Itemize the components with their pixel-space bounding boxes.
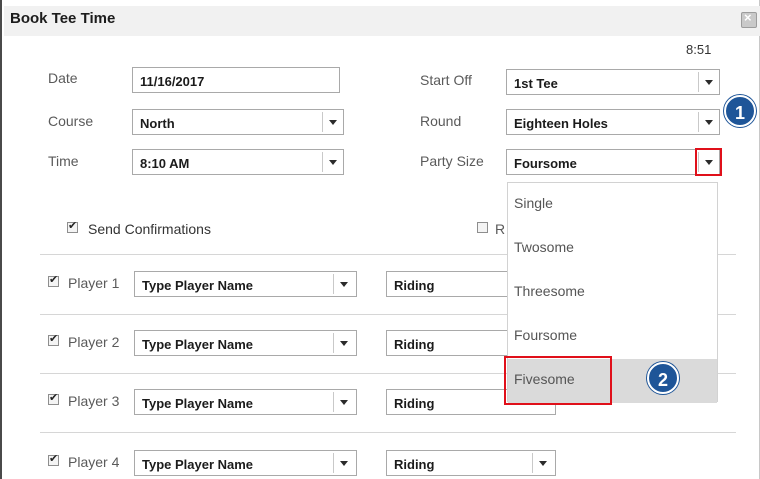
date-field[interactable]: 11/16/2017 [132, 67, 340, 93]
player-2-label: Player 2 [68, 334, 120, 350]
party-size-option-foursome[interactable]: Foursome [508, 315, 717, 359]
player-1-name-placeholder: Type Player Name [142, 278, 254, 293]
party-size-option-threesome[interactable]: Threesome [508, 271, 717, 315]
time-select[interactable]: 8:10 AM [132, 149, 344, 175]
date-value: 11/16/2017 [140, 74, 205, 89]
send-confirmations-checkbox[interactable]: ✔ [67, 220, 78, 233]
send-confirmations-label: Send Confirmations [88, 221, 211, 237]
book-tee-time-dialog: Book Tee Time × 8:51 Date 11/16/2017 Cou… [0, 0, 760, 479]
round-select[interactable]: Eighteen Holes [506, 109, 720, 135]
chevron-down-icon [698, 72, 719, 92]
check-icon: ✔ [49, 333, 59, 345]
party-size-label: Party Size [420, 153, 484, 169]
player-2-checkbox[interactable]: ✔ [48, 333, 59, 346]
chevron-down-icon [322, 112, 343, 132]
player-1-cart-value: Riding [394, 278, 435, 293]
start-off-label: Start Off [420, 72, 472, 88]
fivesome-highlight [504, 356, 612, 405]
player-4-checkbox[interactable]: ✔ [48, 453, 59, 466]
player-3-name-select[interactable]: Type Player Name [134, 389, 357, 415]
course-value: North [140, 116, 175, 131]
dialog-title: Book Tee Time [10, 10, 116, 27]
party-size-option-twosome[interactable]: Twosome [508, 227, 717, 271]
player-1-name-select[interactable]: Type Player Name [134, 271, 357, 297]
player-1-checkbox[interactable]: ✔ [48, 274, 59, 287]
close-button[interactable]: × [741, 10, 757, 28]
callout-badge-1: 1 [724, 95, 756, 127]
dialog-titlebar: Book Tee Time [4, 6, 760, 36]
player-4-name-select[interactable]: Type Player Name [134, 450, 357, 476]
chevron-down-icon [333, 392, 354, 412]
chevron-down-icon [333, 453, 354, 473]
chevron-down-icon [333, 333, 354, 353]
date-label: Date [48, 70, 78, 86]
right-option-label: R [495, 221, 506, 237]
course-select[interactable]: North [132, 109, 344, 135]
chevron-down-icon [333, 274, 354, 294]
player-3-label: Player 3 [68, 393, 120, 409]
check-icon: ✔ [49, 274, 59, 286]
check-icon: ✔ [49, 453, 59, 465]
chevron-down-icon [532, 453, 553, 473]
option-label: Twosome [514, 239, 574, 255]
player-2-cart-value: Riding [394, 337, 435, 352]
right-option-checkbox[interactable] [477, 222, 488, 233]
party-size-value: Foursome [514, 156, 577, 171]
player-4-name-placeholder: Type Player Name [142, 457, 254, 472]
player-3-checkbox[interactable]: ✔ [48, 392, 59, 405]
round-label: Round [420, 113, 462, 129]
time-label: Time [48, 153, 79, 169]
chevron-down-icon [698, 112, 719, 132]
player-4-cart-select[interactable]: Riding [386, 450, 556, 476]
divider [40, 432, 736, 433]
start-off-value: 1st Tee [514, 76, 558, 91]
party-size-option-single[interactable]: Single [508, 183, 717, 227]
player-4-label: Player 4 [68, 454, 120, 470]
player-1-label: Player 1 [68, 275, 120, 291]
party-size-arrow-highlight [695, 148, 722, 176]
check-icon: ✔ [68, 220, 78, 232]
chevron-down-icon [322, 152, 343, 172]
option-label: Foursome [514, 327, 578, 343]
callout-badge-2: 2 [647, 362, 679, 394]
check-icon: ✔ [49, 392, 59, 404]
player-2-name-placeholder: Type Player Name [142, 337, 254, 352]
party-size-select[interactable]: Foursome [506, 149, 720, 175]
player-2-name-select[interactable]: Type Player Name [134, 330, 357, 356]
player-3-name-placeholder: Type Player Name [142, 396, 254, 411]
player-4-cart-value: Riding [394, 457, 435, 472]
option-label: Threesome [514, 283, 585, 299]
course-label: Course [48, 113, 94, 129]
clock-time: 8:51 [686, 42, 712, 57]
option-label: Single [514, 195, 553, 211]
start-off-select[interactable]: 1st Tee [506, 69, 720, 95]
close-icon: × [744, 10, 752, 25]
round-value: Eighteen Holes [514, 116, 608, 131]
player-3-cart-value: Riding [394, 396, 435, 411]
time-value: 8:10 AM [140, 156, 190, 171]
